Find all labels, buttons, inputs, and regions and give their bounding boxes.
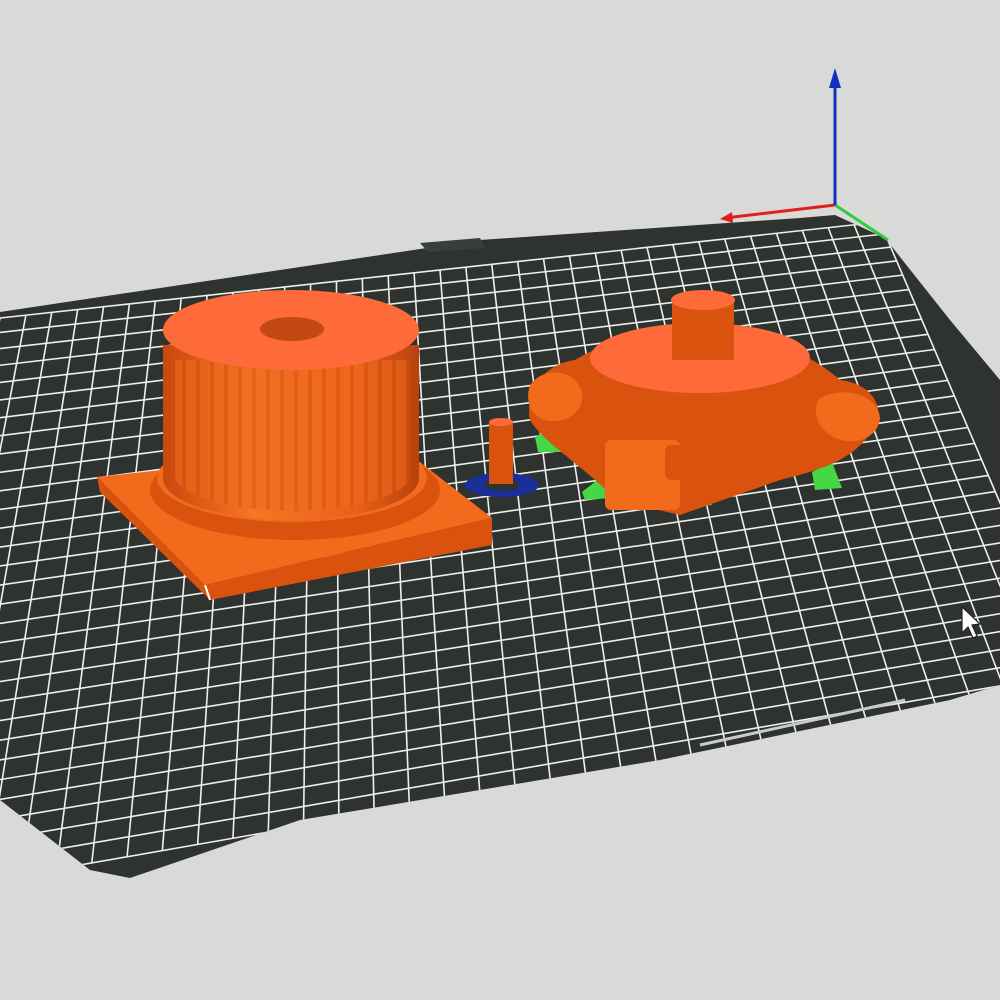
pin-body (489, 422, 513, 484)
axis-gizmo (720, 68, 889, 242)
z-axis-arrow-icon (829, 68, 841, 88)
capital-front-lug (665, 445, 690, 480)
capital-boss-top (671, 290, 735, 310)
scene-canvas[interactable] (0, 0, 1000, 1000)
column-hole (260, 317, 324, 341)
3d-viewport[interactable] (0, 0, 1000, 1000)
pin-top (489, 418, 513, 426)
x-axis-arrow-icon (720, 212, 733, 223)
capital-boss (672, 302, 734, 360)
column-flutes (175, 360, 410, 511)
bed-plate (0, 215, 1000, 878)
print-bed[interactable] (0, 215, 1000, 900)
x-axis (724, 203, 836, 220)
